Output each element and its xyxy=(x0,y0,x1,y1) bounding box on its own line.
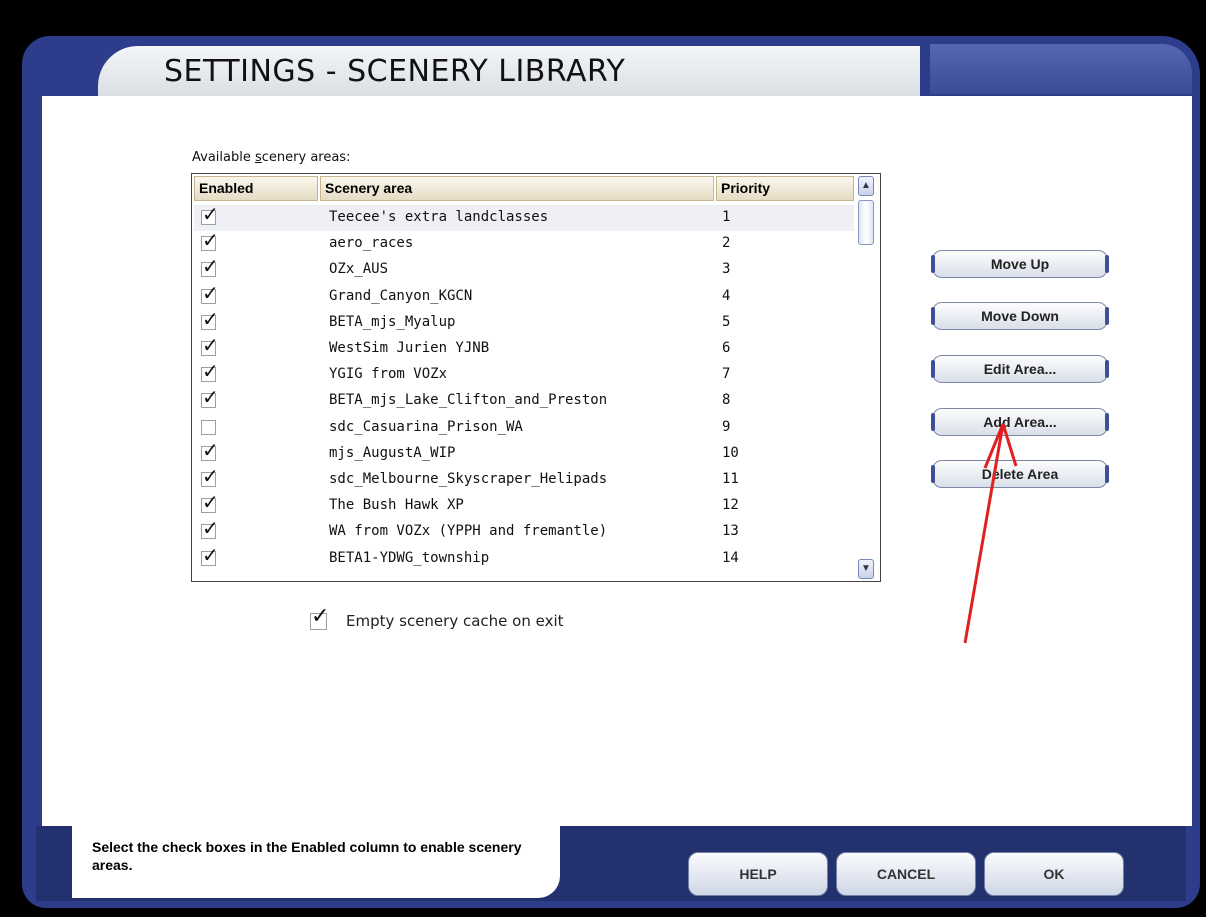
enabled-checkbox[interactable] xyxy=(201,419,216,435)
scenery-area-name: aero_races xyxy=(329,235,414,252)
help-text: Select the check boxes in the Enabled co… xyxy=(92,839,522,873)
check-icon: ✓ xyxy=(202,254,219,279)
scenery-area-name: sdc_Melbourne_Skyscraper_Helipads xyxy=(329,471,608,487)
edit-area-button[interactable]: Edit Area... xyxy=(931,355,1109,383)
scenery-area-name: BETA1-YDWG_township xyxy=(329,549,490,566)
title-bar-right xyxy=(930,44,1192,94)
scenery-area-name: mjs_AugustA_WIP xyxy=(329,444,456,461)
scenery-area-name: YGIG from VOZx xyxy=(329,366,448,383)
priority-value: 5 xyxy=(722,313,731,330)
priority-value: 6 xyxy=(722,340,731,356)
priority-value: 4 xyxy=(722,287,731,304)
check-icon: ✓ xyxy=(202,385,219,410)
check-icon: ✓ xyxy=(202,228,219,253)
priority-value: 9 xyxy=(722,418,731,435)
enabled-checkbox[interactable]: ✓ xyxy=(201,283,219,304)
list-row[interactable]: ✓ BETA1-YDWG_township 14 xyxy=(194,545,854,572)
list-label: Available scenery areas: xyxy=(192,150,351,165)
check-icon: ✓ xyxy=(202,306,219,331)
enabled-checkbox[interactable]: ✓ xyxy=(201,545,219,566)
check-icon: ✓ xyxy=(202,437,219,462)
enabled-checkbox[interactable]: ✓ xyxy=(201,466,219,487)
enabled-checkbox[interactable]: ✓ xyxy=(201,361,219,383)
list-row[interactable]: ✓ OZx_AUS 3 xyxy=(194,256,854,283)
add-area-button[interactable]: Add Area... xyxy=(931,408,1109,436)
column-header-scenery-area[interactable]: Scenery area xyxy=(320,176,714,201)
check-icon: ✓ xyxy=(202,359,219,384)
list-row[interactable]: ✓ WA from VOZx (YPPH and fremantle) 13 xyxy=(194,518,854,545)
check-icon: ✓ xyxy=(202,333,219,357)
column-header-priority[interactable]: Priority xyxy=(716,176,854,201)
list-row[interactable]: sdc_Casuarina_Prison_WA 9 xyxy=(194,415,854,441)
check-icon: ✓ xyxy=(202,542,219,567)
enabled-checkbox[interactable]: ✓ xyxy=(201,518,219,540)
priority-value: 3 xyxy=(722,261,731,278)
move-down-button[interactable]: Move Down xyxy=(931,302,1109,330)
title-tab: SETTINGS - SCENERY LIBRARY xyxy=(98,46,920,100)
scenery-area-name: Teecee's extra landclasses xyxy=(329,209,549,225)
enabled-checkbox[interactable]: ✓ xyxy=(201,309,219,330)
move-up-button[interactable]: Move Up xyxy=(931,250,1109,278)
enabled-checkbox[interactable]: ✓ xyxy=(201,387,219,409)
scenery-area-name: sdc_Casuarina_Prison_WA xyxy=(329,418,523,435)
check-icon: ✓ xyxy=(202,280,219,305)
scenery-area-name: Grand_Canyon_KGCN xyxy=(329,287,473,304)
check-icon: ✓ xyxy=(202,490,219,515)
enabled-checkbox[interactable]: ✓ xyxy=(201,335,219,356)
empty-cache-label: Empty scenery cache on exit xyxy=(346,612,564,630)
check-icon: ✓ xyxy=(311,604,330,629)
priority-value: 1 xyxy=(722,209,731,225)
priority-value: 7 xyxy=(722,366,731,383)
scenery-area-name: The Bush Hawk XP xyxy=(329,497,464,514)
list-row[interactable]: ✓ The Bush Hawk XP 12 xyxy=(194,492,854,519)
list-row[interactable]: ✓ sdc_Melbourne_Skyscraper_Helipads 11 xyxy=(194,466,854,493)
scenery-list[interactable]: Enabled Scenery area Priority ✓ Teecee's … xyxy=(191,173,881,582)
priority-value: 12 xyxy=(722,497,739,514)
list-row[interactable]: ✓ mjs_AugustA_WIP 10 xyxy=(194,440,854,467)
list-row[interactable]: ✓ aero_races 2 xyxy=(194,230,854,257)
scenery-area-name: WestSim Jurien YJNB xyxy=(329,340,490,356)
priority-value: 8 xyxy=(722,392,731,409)
priority-value: 14 xyxy=(722,549,739,566)
priority-value: 2 xyxy=(722,235,731,252)
enabled-checkbox[interactable]: ✓ xyxy=(201,230,219,252)
list-row[interactable]: ✓ BETA_mjs_Myalup 5 xyxy=(194,309,854,336)
delete-area-button[interactable]: Delete Area xyxy=(931,460,1109,488)
list-row[interactable]: ✓ Grand_Canyon_KGCN 4 xyxy=(194,283,854,310)
list-row[interactable]: ✓ WestSim Jurien YJNB 6 xyxy=(194,335,854,362)
list-row[interactable]: ✓ Teecee's extra landclasses 1 xyxy=(194,204,854,231)
empty-cache-checkbox[interactable]: ✓ xyxy=(310,606,329,630)
scrollbar-thumb[interactable] xyxy=(858,200,874,245)
vertical-scrollbar[interactable]: ▲ ▼ xyxy=(856,176,877,579)
scroll-down-arrow-icon[interactable]: ▼ xyxy=(858,559,874,579)
check-icon: ✓ xyxy=(202,202,219,226)
scenery-area-name: OZx_AUS xyxy=(329,261,389,278)
help-button[interactable]: HELP xyxy=(688,852,828,896)
scenery-area-name: BETA_mjs_Myalup xyxy=(329,313,456,330)
enabled-checkbox[interactable]: ✓ xyxy=(201,256,219,278)
check-icon: ✓ xyxy=(202,516,219,541)
cancel-button[interactable]: CANCEL xyxy=(836,852,976,896)
help-text-box: Select the check boxes in the Enabled co… xyxy=(72,826,560,898)
check-icon: ✓ xyxy=(202,464,219,488)
priority-value: 13 xyxy=(722,523,739,540)
column-header-enabled[interactable]: Enabled xyxy=(194,176,318,201)
list-row[interactable]: ✓ BETA_mjs_Lake_Clifton_and_Preston 8 xyxy=(194,387,854,414)
scroll-up-arrow-icon[interactable]: ▲ xyxy=(858,176,874,196)
scenery-area-name: BETA_mjs_Lake_Clifton_and_Preston xyxy=(329,392,608,409)
list-row[interactable]: ✓ YGIG from VOZx 7 xyxy=(194,361,854,388)
enabled-checkbox[interactable]: ✓ xyxy=(201,440,219,461)
priority-value: 11 xyxy=(722,471,739,487)
ok-button[interactable]: OK xyxy=(984,852,1124,896)
priority-value: 10 xyxy=(722,444,739,461)
scenery-area-name: WA from VOZx (YPPH and fremantle) xyxy=(329,523,608,540)
page-title: SETTINGS - SCENERY LIBRARY xyxy=(164,54,626,89)
enabled-checkbox[interactable]: ✓ xyxy=(201,492,219,514)
enabled-checkbox[interactable]: ✓ xyxy=(201,204,219,225)
